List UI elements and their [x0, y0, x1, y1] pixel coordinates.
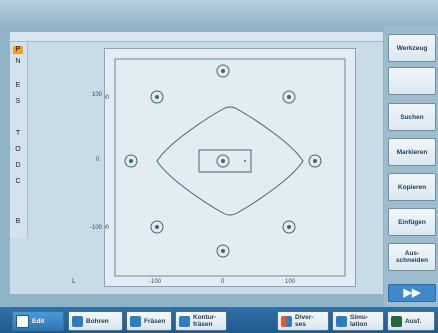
tool-s[interactable]: S: [13, 98, 23, 106]
softkey-markieren[interactable]: Markieren: [388, 138, 436, 166]
next-softkeys-button[interactable]: ▶▶: [388, 284, 436, 302]
hole-bottom-right: [282, 220, 296, 234]
tool-e[interactable]: E: [13, 82, 23, 90]
y-label-top: 100: [92, 92, 103, 98]
softkey-konturfraesen-label: Kontur- fräsen: [193, 314, 217, 328]
softkey-simulation[interactable]: Simu- lation: [332, 311, 384, 331]
contour-pocket: [156, 106, 304, 216]
drill-icon: [72, 315, 83, 327]
y-tick-bottom: -100: [105, 225, 110, 231]
hole-bottom: [216, 244, 230, 258]
softkey-edit-label: Edit: [32, 317, 45, 325]
hole-bottom-left: [150, 220, 164, 234]
simulation-icon: [336, 315, 347, 327]
softkey-diverses[interactable]: Diver- ses: [277, 311, 329, 331]
softkey-simulation-label: Simu- lation: [350, 314, 369, 328]
tool-o[interactable]: O: [13, 146, 23, 154]
softkey-suchen[interactable]: Suchen: [388, 103, 436, 131]
origin-marker: L: [72, 278, 76, 285]
x-tick-mid: 0: [221, 279, 225, 285]
edit-icon: [16, 314, 29, 328]
y-tick-top: 100: [105, 95, 110, 101]
softkey-kopieren[interactable]: Kopieren: [388, 173, 436, 201]
softkey-werkzeug[interactable]: Werkzeug: [388, 34, 436, 62]
softkey-edit[interactable]: Edit: [12, 311, 64, 331]
hole-right: [308, 154, 322, 168]
softkey-blank[interactable]: [388, 67, 436, 95]
softkey-bohren[interactable]: Bohren: [68, 311, 123, 331]
tool-n[interactable]: N: [13, 58, 23, 66]
hole-top: [216, 64, 230, 78]
softkey-fraesen[interactable]: Fräsen: [126, 311, 172, 331]
softkey-ncausf[interactable]: Ausf.: [387, 311, 435, 331]
drawing-canvas[interactable]: 100 0 -100 -100 0 100: [104, 48, 356, 287]
softkey-bohren-label: Bohren: [86, 317, 109, 325]
softkey-ncausf-label: Ausf.: [405, 317, 422, 325]
x-tick-left: -100: [149, 279, 162, 285]
workpiece-drawing: 100 0 -100 -100 0 100: [105, 58, 346, 285]
top-bezel: [0, 0, 438, 32]
view-title-bar: [10, 32, 383, 42]
left-tool-strip: P N E S T O D C B: [10, 42, 28, 238]
softkey-ausschneiden[interactable]: Aus- schneiden: [388, 243, 436, 271]
softkey-einfuegen[interactable]: Einfügen: [388, 208, 436, 236]
nc-execute-icon: [391, 315, 402, 327]
tool-c[interactable]: C: [13, 178, 23, 186]
misc-icon: [281, 315, 292, 327]
center-mark-right: [244, 160, 246, 162]
hole-top-left: [150, 90, 164, 104]
softkey-fraesen-label: Fräsen: [144, 317, 166, 325]
tool-b[interactable]: B: [13, 218, 23, 226]
mill-icon: [130, 315, 141, 327]
part-outline: [114, 58, 346, 277]
y-label-bottom: -100: [90, 225, 103, 231]
hole-top-right: [282, 90, 296, 104]
hole-left: [124, 154, 138, 168]
softkey-konturfraesen[interactable]: Kontur- fräsen: [175, 311, 227, 331]
contour-mill-icon: [179, 315, 190, 327]
hole-center: [216, 154, 230, 168]
tool-p[interactable]: P: [13, 46, 23, 54]
tool-d[interactable]: D: [13, 162, 23, 170]
x-tick-right: 100: [285, 279, 296, 285]
y-label-mid: 0: [96, 157, 100, 163]
softkey-diverses-label: Diver- ses: [295, 314, 314, 328]
tool-t[interactable]: T: [13, 130, 23, 138]
